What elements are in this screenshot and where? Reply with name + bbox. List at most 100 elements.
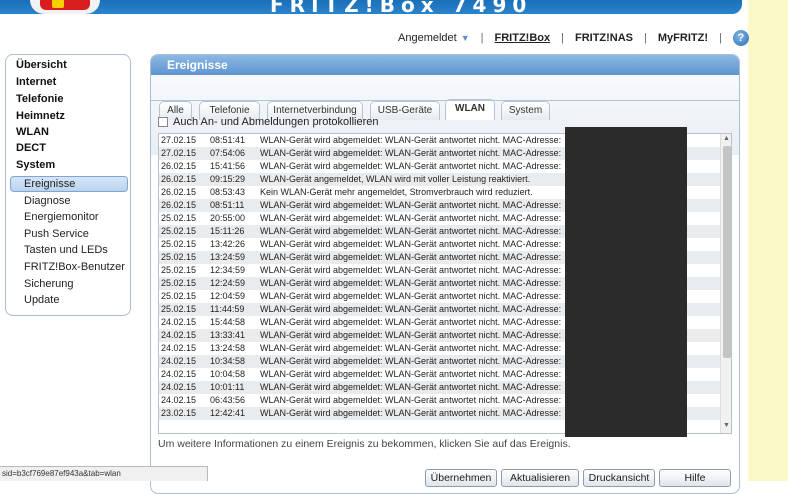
menu-wlan[interactable]: WLAN [16, 126, 49, 138]
header-band: FRITZ!Box 7490 [0, 0, 742, 17]
event-time: 15:11:26 [210, 226, 245, 236]
event-date: 25.02.15 [161, 239, 197, 249]
event-message: WLAN-Gerät wird abgemeldet: WLAN-Gerät a… [260, 148, 562, 158]
event-message: WLAN-Gerät wird abgemeldet: WLAN-Gerät a… [260, 382, 562, 392]
event-date: 26.02.15 [161, 174, 197, 184]
side-menu: Übersicht Internet Telefonie Heimnetz WL… [5, 54, 131, 316]
event-date: 24.02.15 [161, 330, 197, 340]
print-view-button[interactable]: Druckansicht [583, 469, 655, 487]
event-date: 23.02.15 [161, 408, 197, 418]
menu-telefonie[interactable]: Telefonie [16, 93, 63, 105]
event-message: WLAN-Gerät wird abgemeldet: WLAN-Gerät a… [260, 330, 562, 340]
event-message: WLAN-Gerät wird abgemeldet: WLAN-Gerät a… [260, 408, 562, 418]
menu-tasten-leds[interactable]: Tasten und LEDs [24, 244, 108, 256]
log-logins-label: Auch An- und Abmeldungen protokollieren [173, 116, 379, 128]
event-message: WLAN-Gerät angemeldet, WLAN wird mit vol… [260, 174, 531, 184]
logged-in-menu[interactable]: Angemeldet ▼ [398, 32, 470, 44]
event-date: 24.02.15 [161, 356, 197, 366]
event-date: 25.02.15 [161, 213, 197, 223]
event-info-text: Um weitere Informationen zu einem Ereign… [158, 438, 571, 450]
event-message: WLAN-Gerät wird abgemeldet: WLAN-Gerät a… [260, 369, 562, 379]
event-time: 10:34:58 [210, 356, 246, 366]
event-message: WLAN-Gerät wird abgemeldet: WLAN-Gerät a… [260, 304, 562, 314]
event-time: 15:41:56 [210, 161, 246, 171]
nav-fritznas[interactable]: FRITZ!NAS [575, 32, 633, 44]
event-message: WLAN-Gerät wird abgemeldet: WLAN-Gerät a… [260, 395, 562, 405]
event-date: 24.02.15 [161, 395, 197, 405]
event-date: 25.02.15 [161, 252, 197, 262]
brand-title: FRITZ!Box 7490 [270, 0, 533, 17]
scroll-up-icon[interactable]: ▲ [723, 135, 730, 142]
event-date: 24.02.15 [161, 369, 197, 379]
event-message: WLAN-Gerät wird abgemeldet: WLAN-Gerät a… [260, 226, 562, 236]
event-time: 11:44:59 [210, 304, 245, 314]
event-time: 10:01:11 [210, 382, 245, 392]
event-time: 08:51:41 [210, 135, 246, 145]
event-message: WLAN-Gerät wird abgemeldet: WLAN-Gerät a… [260, 265, 562, 275]
event-date: 26.02.15 [161, 200, 197, 210]
event-date: 24.02.15 [161, 382, 197, 392]
help-icon[interactable]: ? [732, 30, 749, 46]
tab-usb-geraete[interactable]: USB-Geräte [370, 101, 440, 120]
menu-update[interactable]: Update [24, 294, 59, 306]
event-time: 12:34:59 [210, 265, 246, 275]
log-logins-option: Auch An- und Abmeldungen protokollieren [158, 116, 378, 128]
event-time: 12:42:41 [210, 408, 246, 418]
nav-myfritz[interactable]: MyFRITZ! [658, 32, 708, 44]
event-time: 12:24:59 [210, 278, 246, 288]
event-date: 27.02.15 [161, 135, 197, 145]
chevron-down-icon: ▼ [460, 33, 470, 43]
nav-fritzbox[interactable]: FRITZ!Box [495, 32, 551, 44]
event-date: 25.02.15 [161, 304, 197, 314]
scrollbar-thumb[interactable] [723, 146, 731, 358]
menu-energiemonitor[interactable]: Energiemonitor [24, 211, 99, 223]
event-date: 25.02.15 [161, 278, 197, 288]
tab-system[interactable]: System [501, 101, 550, 120]
event-time: 13:42:26 [210, 239, 246, 249]
panel-title: Ereignisse [151, 55, 739, 75]
menu-fritzbox-benutzer[interactable]: FRITZ!Box-Benutzer [24, 261, 125, 273]
apply-button[interactable]: Übernehmen [425, 469, 497, 487]
menu-diagnose[interactable]: Diagnose [24, 195, 70, 207]
event-time: 10:04:58 [210, 369, 246, 379]
scroll-down-icon[interactable]: ▼ [723, 422, 730, 429]
menu-ereignisse[interactable]: Ereignisse [24, 178, 75, 190]
tab-wlan[interactable]: WLAN [445, 99, 495, 120]
event-message: WLAN-Gerät wird abgemeldet: WLAN-Gerät a… [260, 239, 562, 249]
menu-sicherung[interactable]: Sicherung [24, 278, 74, 290]
event-message: Kein WLAN-Gerät mehr angemeldet, Stromve… [260, 187, 533, 197]
event-message: WLAN-Gerät wird abgemeldet: WLAN-Gerät a… [260, 317, 562, 327]
menu-heimnetz[interactable]: Heimnetz [16, 110, 65, 122]
log-logins-checkbox[interactable] [158, 117, 168, 127]
menu-uebersicht[interactable]: Übersicht [16, 59, 67, 71]
event-time: 15:44:58 [210, 317, 246, 327]
event-time: 20:55:00 [210, 213, 246, 223]
event-date: 25.02.15 [161, 265, 197, 275]
menu-dect[interactable]: DECT [16, 142, 46, 154]
avm-logo [30, 0, 100, 14]
menu-internet[interactable]: Internet [16, 76, 56, 88]
event-date: 24.02.15 [161, 343, 197, 353]
event-message: WLAN-Gerät wird abgemeldet: WLAN-Gerät a… [260, 161, 562, 171]
event-time: 08:53:43 [210, 187, 246, 197]
event-message: WLAN-Gerät wird abgemeldet: WLAN-Gerät a… [260, 291, 562, 301]
menu-push-service[interactable]: Push Service [24, 228, 89, 240]
event-list-scrollbar[interactable]: ▲ ▼ [720, 134, 731, 433]
event-time: 08:51:11 [210, 200, 245, 210]
event-time: 12:04:59 [210, 291, 246, 301]
event-message: WLAN-Gerät wird abgemeldet: WLAN-Gerät a… [260, 200, 562, 210]
event-time: 13:33:41 [210, 330, 246, 340]
event-time: 09:15:29 [210, 174, 246, 184]
event-date: 26.02.15 [161, 161, 197, 171]
status-bar-url: sid=b3cf769e87ef943a&tab=wlan [0, 466, 208, 481]
top-nav: Angemeldet ▼ | FRITZ!Box | FRITZ!NAS | My… [398, 30, 749, 46]
event-date: 25.02.15 [161, 226, 197, 236]
redacted-mac-block [565, 127, 687, 437]
menu-system[interactable]: System [16, 159, 55, 171]
help-button[interactable]: Hilfe [659, 469, 731, 487]
event-message: WLAN-Gerät wird abgemeldet: WLAN-Gerät a… [260, 356, 562, 366]
event-message: WLAN-Gerät wird abgemeldet: WLAN-Gerät a… [260, 343, 562, 353]
event-message: WLAN-Gerät wird abgemeldet: WLAN-Gerät a… [260, 252, 562, 262]
event-message: WLAN-Gerät wird abgemeldet: WLAN-Gerät a… [260, 213, 562, 223]
refresh-button[interactable]: Aktualisieren [501, 469, 579, 487]
